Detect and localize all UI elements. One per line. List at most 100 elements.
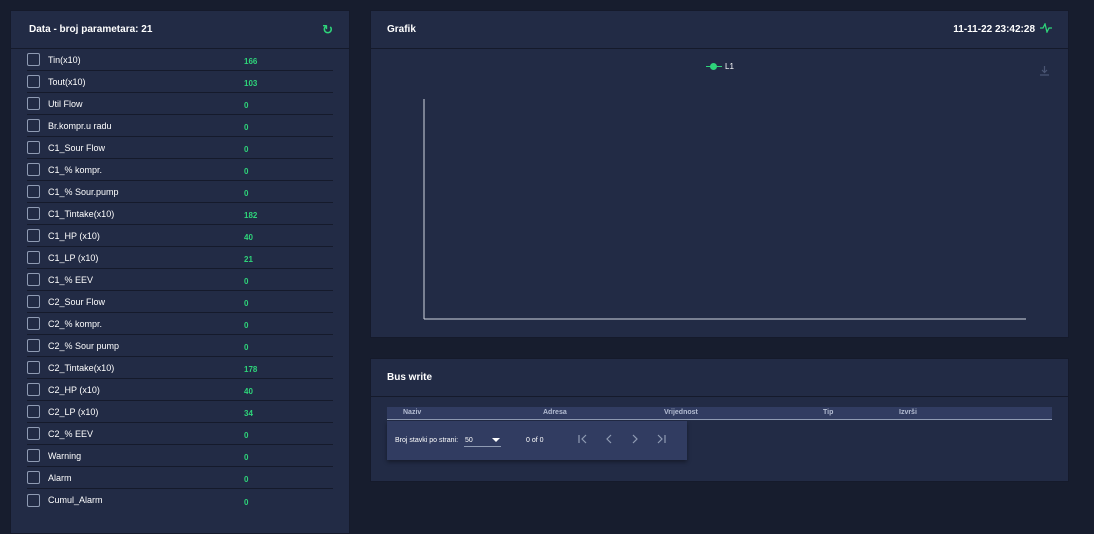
param-checkbox[interactable] <box>27 75 40 88</box>
param-name: C2_Sour Flow <box>48 296 106 307</box>
param-checkbox[interactable] <box>27 207 40 220</box>
param-row: C1_Sour Flow 0 <box>27 137 333 159</box>
param-name: C2_% EEV <box>48 428 94 439</box>
param-value: 0 <box>244 431 249 440</box>
column-tip[interactable]: Tip <box>823 409 833 416</box>
param-value: 34 <box>244 409 253 418</box>
param-row: C2_% Sour pump 0 <box>27 335 333 357</box>
param-checkbox[interactable] <box>27 383 40 396</box>
bus-panel-header: Bus write <box>371 359 1068 397</box>
data-panel-title: Data - broj parametara: 21 <box>29 24 153 35</box>
param-value: 0 <box>244 299 249 308</box>
column-naziv[interactable]: Naziv <box>403 409 421 416</box>
param-value: 0 <box>244 101 249 110</box>
param-checkbox[interactable] <box>27 273 40 286</box>
per-page-value: 50 <box>465 436 473 444</box>
param-value: 40 <box>244 387 253 396</box>
bus-table-header: Naziv Adresa Vrijednost Tip Izvrši <box>387 407 1052 420</box>
param-name: C2_Tintake(x10) <box>48 362 115 373</box>
param-checkbox[interactable] <box>27 493 40 507</box>
param-value: 0 <box>244 321 249 330</box>
param-checkbox[interactable] <box>27 251 40 264</box>
param-value: 182 <box>244 211 258 220</box>
param-checkbox[interactable] <box>27 119 40 132</box>
param-name: Util Flow <box>48 98 83 109</box>
param-value: 0 <box>244 497 249 507</box>
param-row: Br.kompr.u radu 0 <box>27 115 333 137</box>
param-checkbox[interactable] <box>27 361 40 374</box>
param-value: 0 <box>244 453 249 462</box>
param-value: 178 <box>244 365 258 374</box>
param-name: C1_% EEV <box>48 274 94 285</box>
param-name: Br.kompr.u radu <box>48 120 112 131</box>
next-page-icon[interactable] <box>622 434 648 447</box>
paginator: Broj stavki po strani: 50 0 of 0 <box>387 421 687 460</box>
param-value: 0 <box>244 189 249 198</box>
param-row: C2_LP (x10) 34 <box>27 401 333 423</box>
pulse-icon <box>1040 22 1052 36</box>
data-panel-header: Data - broj parametara: 21 ↻ <box>11 11 349 49</box>
per-page-select[interactable]: 50 <box>464 435 502 447</box>
param-value: 21 <box>244 255 253 264</box>
param-row: C1_% EEV 0 <box>27 269 333 291</box>
param-row: Alarm 0 <box>27 467 333 489</box>
param-checkbox[interactable] <box>27 141 40 154</box>
param-value: 0 <box>244 167 249 176</box>
per-page-label: Broj stavki po strani: <box>395 437 459 444</box>
param-row: Tout(x10) 103 <box>27 71 333 93</box>
param-checkbox[interactable] <box>27 405 40 418</box>
param-value: 0 <box>244 277 249 286</box>
param-name: Tout(x10) <box>48 76 86 87</box>
chart-timestamp: 11-11-22 23:42:28 <box>953 24 1035 35</box>
param-name: C1_Sour Flow <box>48 142 106 153</box>
param-name: C1_% Sour.pump <box>48 186 119 197</box>
param-row: Tin(x10) 166 <box>27 49 333 71</box>
param-name: C2_LP (x10) <box>48 406 99 417</box>
param-name: C2_% kompr. <box>48 318 103 329</box>
param-name: C1_Tintake(x10) <box>48 208 115 219</box>
param-row: C1_Tintake(x10) 182 <box>27 203 333 225</box>
bus-panel-title: Bus write <box>387 372 433 383</box>
column-izvrsi[interactable]: Izvrši <box>899 409 917 416</box>
chart-panel-header: Grafik 11-11-22 23:42:28 <box>371 11 1068 49</box>
param-row: C1_LP (x10) 21 <box>27 247 333 269</box>
param-checkbox[interactable] <box>27 229 40 242</box>
param-checkbox[interactable] <box>27 471 40 484</box>
data-panel: Data - broj parametara: 21 ↻ Tin(x10) 166… <box>10 10 350 534</box>
first-page-icon[interactable] <box>570 434 596 447</box>
param-list: Tin(x10) 166 Tout(x10) 103 Util Flow 0 Br.komp… <box>11 49 349 511</box>
param-checkbox[interactable] <box>27 185 40 198</box>
chart-plot-area <box>423 99 1026 320</box>
param-name: Tin(x10) <box>48 54 81 65</box>
param-row: Warning 0 <box>27 445 333 467</box>
param-checkbox[interactable] <box>27 53 40 66</box>
param-value: 0 <box>244 145 249 154</box>
column-adresa[interactable]: Adresa <box>543 409 567 416</box>
param-row: C1_% kompr. 0 <box>27 159 333 181</box>
page-range-label: 0 of 0 <box>526 437 544 444</box>
param-checkbox[interactable] <box>27 163 40 176</box>
param-row: C1_% Sour.pump 0 <box>27 181 333 203</box>
refresh-icon[interactable]: ↻ <box>322 23 333 36</box>
param-row: C2_Sour Flow 0 <box>27 291 333 313</box>
param-checkbox[interactable] <box>27 295 40 308</box>
param-value: 0 <box>244 343 249 352</box>
param-value: 40 <box>244 233 253 242</box>
param-checkbox[interactable] <box>27 317 40 330</box>
param-row: C2_% kompr. 0 <box>27 313 333 335</box>
param-checkbox[interactable] <box>27 339 40 352</box>
param-checkbox[interactable] <box>27 449 40 462</box>
param-value: 0 <box>244 123 249 132</box>
param-value: 0 <box>244 475 249 484</box>
param-checkbox[interactable] <box>27 97 40 110</box>
previous-page-icon[interactable] <box>596 434 622 447</box>
chart-panel-title: Grafik <box>387 24 416 35</box>
param-row: C2_Tintake(x10) 178 <box>27 357 333 379</box>
param-checkbox[interactable] <box>27 427 40 440</box>
column-vrijednost[interactable]: Vrijednost <box>664 409 698 416</box>
param-row: Cumul_Alarm 0 <box>27 489 333 511</box>
param-name: Warning <box>48 450 82 461</box>
param-name: C2_% Sour pump <box>48 340 120 351</box>
chevron-down-icon <box>492 438 501 442</box>
last-page-icon[interactable] <box>648 434 674 447</box>
